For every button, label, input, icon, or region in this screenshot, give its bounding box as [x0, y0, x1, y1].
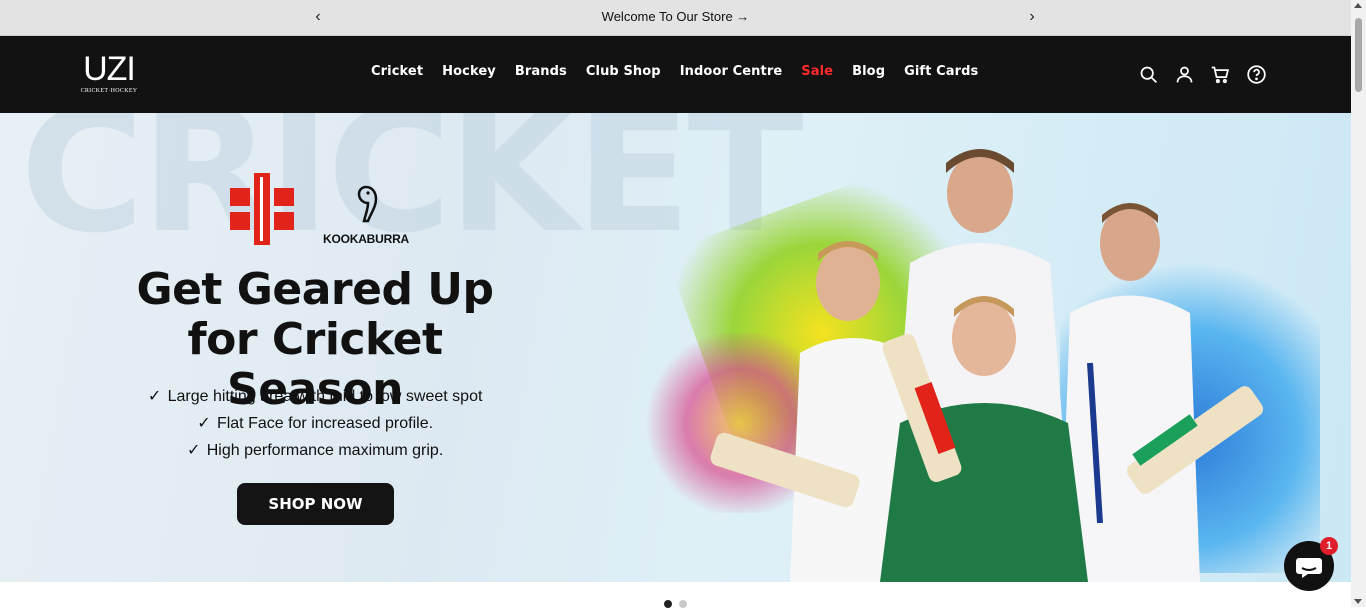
- check-icon: ✓: [197, 415, 211, 432]
- check-icon: ✓: [147, 388, 162, 405]
- hero-banner: CRICKET KOOKABURRA Get Geared Up for Cri…: [0, 113, 1351, 582]
- announcement-bar: ‹ Welcome To Our Store → ›: [0, 0, 1351, 36]
- feature-item: ✓ High performance maximum grip.: [100, 437, 530, 464]
- nav-club-shop[interactable]: Club Shop: [586, 64, 661, 79]
- kookaburra-bird-icon: [357, 185, 378, 223]
- store-logo[interactable]: UZI CRICKET·HOCKEY: [76, 52, 142, 100]
- nav-brands[interactable]: Brands: [515, 64, 567, 79]
- account-icon[interactable]: [1174, 64, 1195, 85]
- hero-headline-line1: Get Geared Up: [136, 264, 494, 315]
- shop-now-button[interactable]: SHOP NOW: [237, 483, 394, 525]
- chat-widget-button[interactable]: 1: [1284, 537, 1338, 591]
- nav-sale[interactable]: Sale: [801, 64, 833, 79]
- header-icons: [1138, 64, 1267, 85]
- help-icon[interactable]: [1246, 64, 1267, 85]
- cart-icon[interactable]: [1210, 64, 1231, 85]
- hero-features: ✓ Large hitting area with mid to low swee…: [100, 383, 530, 464]
- kookaburra-wordmark: KOOKABURRA: [323, 232, 409, 246]
- scroll-up-arrow[interactable]: [1354, 3, 1362, 8]
- scroll-thumb[interactable]: [1355, 18, 1362, 92]
- page-scrollbar[interactable]: [1351, 0, 1366, 607]
- logo-subtitle: CRICKET·HOCKEY: [80, 88, 138, 94]
- feature-text: High performance maximum grip.: [206, 442, 444, 459]
- feature-item: ✓ Flat Face for increased profile.: [100, 410, 530, 437]
- chat-badge: 1: [1320, 537, 1338, 555]
- main-nav: Cricket Hockey Brands Club Shop Indoor C…: [371, 64, 997, 79]
- gray-nicolls-logo: [230, 173, 294, 245]
- search-icon[interactable]: [1138, 64, 1159, 85]
- nav-cricket[interactable]: Cricket: [371, 64, 423, 79]
- logo-mark: UZI: [83, 50, 136, 88]
- scroll-down-arrow[interactable]: [1354, 599, 1362, 604]
- announcement-next-button[interactable]: ›: [1024, 8, 1040, 26]
- site-header: UZI CRICKET·HOCKEY Cricket Hockey Brands…: [0, 36, 1351, 113]
- feature-text: Flat Face for increased profile.: [216, 415, 434, 432]
- nav-blog[interactable]: Blog: [852, 64, 885, 79]
- nav-indoor-centre[interactable]: Indoor Centre: [680, 64, 783, 79]
- nav-hockey[interactable]: Hockey: [442, 64, 496, 79]
- hero-players-image: [710, 149, 1264, 582]
- kookaburra-logo: KOOKABURRA: [316, 183, 416, 246]
- nav-gift-cards[interactable]: Gift Cards: [904, 64, 978, 79]
- announcement-text[interactable]: Welcome To Our Store →: [0, 9, 1351, 24]
- feature-text: Large hitting area with mid to low sweet…: [167, 388, 483, 405]
- check-icon: ✓: [187, 442, 201, 459]
- feature-item: ✓ Large hitting area with mid to low swee…: [100, 383, 530, 410]
